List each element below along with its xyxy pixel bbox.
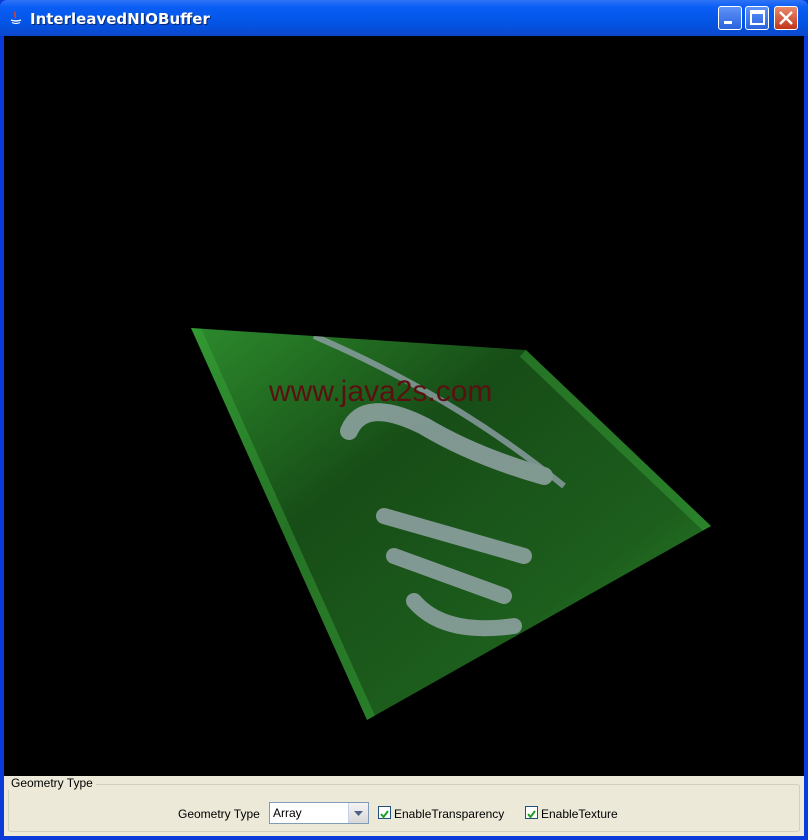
checkmark-icon bbox=[527, 810, 536, 819]
transparency-label[interactable]: EnableTransparency bbox=[394, 807, 504, 821]
geometry-type-label: Geometry Type bbox=[178, 807, 260, 821]
3d-canvas[interactable]: www.java2s.com bbox=[4, 36, 804, 776]
transparency-checkbox[interactable] bbox=[378, 806, 391, 819]
window-title: InterleavedNIOBuffer bbox=[30, 10, 210, 28]
watermark-text: www.java2s.com bbox=[268, 375, 492, 408]
geometry-type-value: Array bbox=[273, 806, 302, 820]
chevron-down-icon bbox=[354, 811, 363, 816]
maximize-icon bbox=[750, 10, 765, 25]
close-icon bbox=[779, 11, 793, 25]
dropdown-button[interactable] bbox=[348, 803, 368, 823]
checkmark-icon bbox=[380, 810, 389, 819]
minimize-button[interactable] bbox=[718, 6, 742, 30]
java-icon bbox=[10, 11, 22, 25]
texture-label[interactable]: EnableTexture bbox=[541, 807, 618, 821]
app-window: InterleavedNIOBuffer www.java2s.com Geom… bbox=[0, 0, 808, 840]
geometry-type-select[interactable]: Array bbox=[269, 802, 369, 824]
texture-checkbox[interactable] bbox=[525, 806, 538, 819]
minimize-icon bbox=[724, 21, 732, 24]
textured-plane: www.java2s.com bbox=[191, 328, 711, 720]
controls-panel: Geometry Type Geometry Type Array Enable… bbox=[4, 776, 804, 836]
close-button[interactable] bbox=[774, 6, 798, 30]
title-bar[interactable]: InterleavedNIOBuffer bbox=[0, 0, 808, 36]
group-title: Geometry Type bbox=[8, 776, 96, 790]
maximize-button[interactable] bbox=[745, 6, 769, 30]
